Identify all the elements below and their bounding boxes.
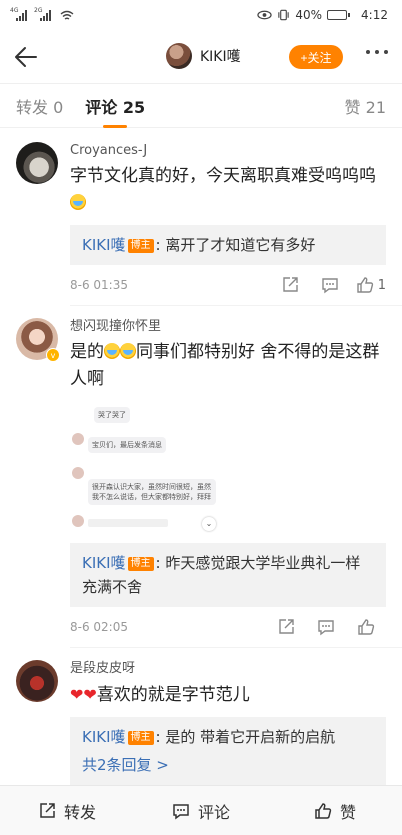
vibrate-icon	[278, 9, 290, 21]
comment-icon	[173, 803, 189, 819]
reply-box[interactable]: KIKI嚄 博主: 离开了才知道它有多好	[70, 225, 386, 265]
verified-badge-icon: v	[46, 348, 60, 362]
repost-label: 转发	[63, 802, 96, 822]
comment-text: 是的 同事们都特别好 舍不得的是这群人啊	[70, 342, 380, 389]
comment-text: 字节文化真的好，今天离职真难受呜呜呜	[70, 163, 386, 217]
avatar	[72, 467, 84, 479]
heart-icon: ❤	[70, 685, 84, 704]
signal-icon: 4G	[10, 7, 27, 21]
reply-box[interactable]: KIKI嚄 博主: 昨天感觉跟大学毕业典礼一样充满不舍	[70, 543, 386, 607]
wifi-icon	[60, 10, 74, 20]
avatar	[72, 433, 84, 445]
comment-icon[interactable]	[310, 265, 350, 305]
avatar[interactable]	[16, 142, 58, 184]
crying-emoji-icon	[70, 194, 86, 210]
comment-author[interactable]: 是段皮皮呀	[70, 660, 386, 678]
share-icon[interactable]	[270, 265, 310, 305]
avatar[interactable]	[166, 43, 192, 69]
reply-text: 离开了才知道它有多好	[165, 236, 316, 254]
tab-comments[interactable]: 评论 25	[85, 94, 145, 128]
host-badge: 博主	[127, 239, 154, 253]
comment-author[interactable]: 想闪现撞你怀里	[70, 318, 386, 336]
share-icon	[40, 802, 55, 818]
comment-button[interactable]: 评论	[134, 786, 268, 835]
crying-emoji-icon	[120, 343, 136, 359]
reply-text: 是的 带着它开启新的启航	[165, 728, 336, 746]
page-title: KIKI嚄	[200, 49, 241, 65]
thumbs-up-icon[interactable]	[356, 276, 374, 294]
comment-icon[interactable]	[306, 607, 346, 647]
comment-image[interactable]: 哭了哭了 宝贝们，最后发条消息 很开森认识大家，虽然时间很短，虽然我不怎么说话，…	[70, 401, 218, 535]
back-arrow-icon[interactable]	[12, 43, 40, 71]
comment-list: Croyances-J 字节文化真的好，今天离职真难受呜呜呜 KIKI嚄 博主: …	[0, 130, 402, 785]
more-options-icon[interactable]	[366, 50, 388, 54]
tab-bar: 转发 0 评论 25 赞 21	[0, 84, 402, 128]
share-icon[interactable]	[266, 607, 306, 647]
chat-bubble: 很开森认识大家，虽然时间很短，虽然我不怎么说话，但大家都特别好，拜拜	[88, 479, 216, 505]
reply-author[interactable]: KIKI嚄	[82, 728, 126, 746]
bottom-action-bar: 转发 评论 赞	[0, 785, 402, 835]
avatar[interactable]: v	[16, 318, 60, 362]
thumbs-up-icon[interactable]	[346, 607, 386, 647]
comment-time: 8-6 01:35	[70, 278, 128, 292]
eye-icon	[257, 10, 273, 20]
chat-bubble: 哭了哭了	[94, 407, 130, 423]
tab-repost[interactable]: 转发 0	[16, 94, 63, 118]
host-badge: 博主	[127, 731, 154, 745]
profile-header[interactable]: KIKI嚄	[166, 43, 241, 69]
reply-author[interactable]: KIKI嚄	[82, 236, 126, 254]
like-button[interactable]: 赞	[268, 786, 402, 835]
tab-likes[interactable]: 赞 21	[345, 94, 386, 118]
battery-percent: 40%	[295, 8, 323, 22]
comment-author[interactable]: Croyances-J	[70, 142, 386, 160]
like-label: 赞	[339, 802, 356, 822]
host-badge: 博主	[127, 557, 154, 571]
clock-time: 4:12	[361, 8, 388, 22]
chat-bubble: 宝贝们，最后发条消息	[88, 437, 166, 453]
heart-icon: ❤	[83, 685, 97, 704]
comment-item: v 想闪现撞你怀里 是的 同事们都特别好 舍不得的是这群人啊 哭了哭了 宝贝们，最…	[0, 306, 402, 647]
status-bar: 4G 2G 40% 4:12	[0, 0, 402, 30]
crying-emoji-icon	[104, 343, 120, 359]
like-button[interactable]: 1	[356, 276, 386, 294]
signal-icon: 2G	[34, 7, 51, 21]
follow-button[interactable]: +关注	[289, 45, 343, 69]
reply-author[interactable]: KIKI嚄	[82, 554, 126, 572]
repost-button[interactable]: 转发	[0, 786, 134, 835]
like-count: 1	[377, 277, 386, 293]
comment-item: Croyances-J 字节文化真的好，今天离职真难受呜呜呜 KIKI嚄 博主: …	[0, 130, 402, 305]
comment-label: 评论	[197, 802, 230, 822]
comment-time: 8-6 02:05	[70, 620, 128, 634]
avatar	[72, 515, 84, 527]
avatar[interactable]	[16, 660, 58, 702]
comment-text: ❤❤喜欢的就是字节范儿	[70, 681, 386, 709]
title-bar: KIKI嚄 +关注	[0, 30, 402, 84]
comment-item: 是段皮皮呀 ❤❤喜欢的就是字节范儿 KIKI嚄 博主: 是的 带着它开启新的启航 …	[0, 648, 402, 785]
view-more-replies-link[interactable]: 共2条回复 >	[82, 753, 374, 777]
chevron-down-icon[interactable]: ⌄	[202, 517, 216, 531]
thumbs-up-icon	[315, 802, 332, 819]
reply-box[interactable]: KIKI嚄 博主: 是的 带着它开启新的启航 共2条回复 >	[70, 717, 386, 785]
battery-icon	[327, 10, 351, 20]
